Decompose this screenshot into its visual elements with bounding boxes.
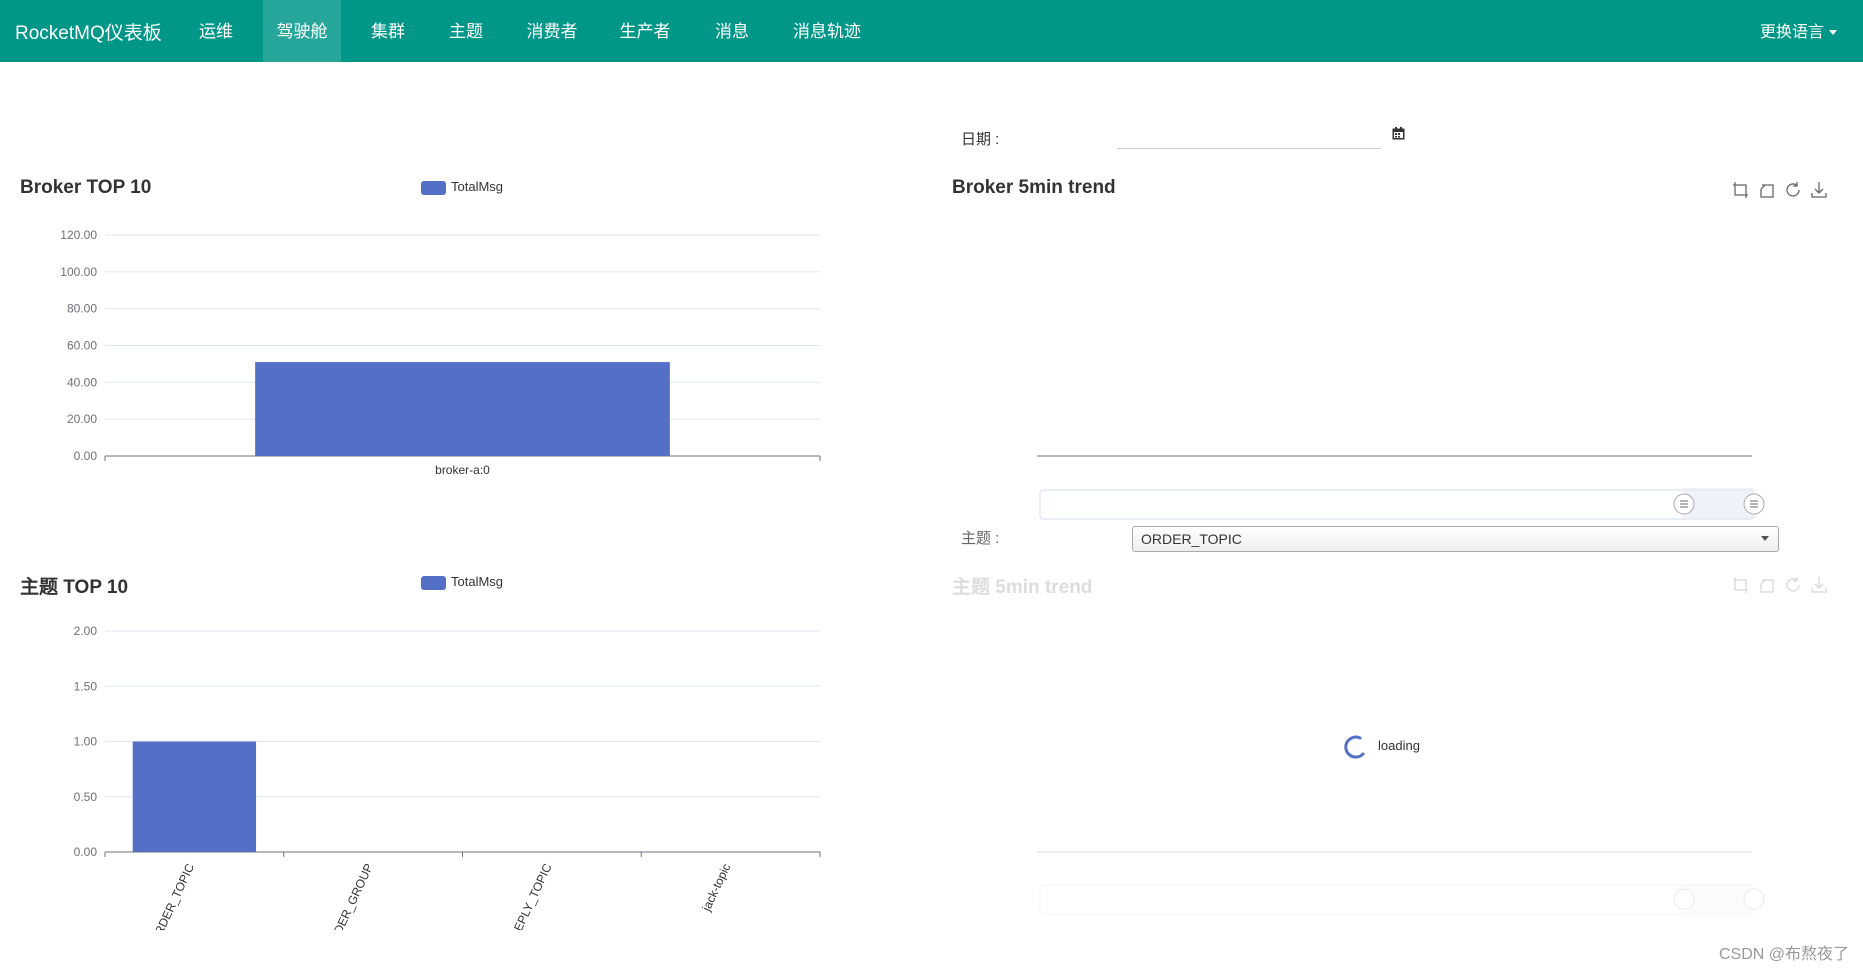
language-switcher[interactable]: 更换语言 xyxy=(1760,18,1837,42)
y-tick-label: 2.00 xyxy=(74,624,98,638)
restore-icon[interactable] xyxy=(1784,181,1802,199)
broker-trend-chart xyxy=(1037,455,1765,520)
nav-item-message-trace[interactable]: 消息轨迹 xyxy=(782,0,872,62)
x-tick-label: ORDER_TOPIC xyxy=(148,861,197,930)
zoom-reset-icon[interactable] xyxy=(1758,576,1776,594)
language-label: 更换语言 xyxy=(1759,24,1824,41)
topic-top10-chart: 0.00 0.50 1.00 1.50 2.00 ORDER_TOPIC ORDER_GRO… xyxy=(74,624,821,930)
y-tick-label: 60.00 xyxy=(67,339,97,353)
bar xyxy=(132,741,257,852)
datazoom-handle-right-icon[interactable] xyxy=(1743,888,1765,910)
y-tick-label: 100.00 xyxy=(60,265,97,279)
broker-top10-legend[interactable]: TotalMsg xyxy=(421,179,503,195)
datazoom-slider[interactable] xyxy=(1039,884,1755,915)
topic-trend-toolbox xyxy=(1732,576,1828,599)
save-image-icon[interactable] xyxy=(1810,576,1828,594)
legend-label: TotalMsg xyxy=(451,574,504,589)
nav-item-ops[interactable]: 运维 xyxy=(186,0,246,62)
datazoom-handle-left-icon[interactable] xyxy=(1673,888,1695,910)
nav-item-dashboard[interactable]: 驾驶舱 xyxy=(263,0,341,62)
datazoom-slider[interactable] xyxy=(1039,489,1755,520)
nav-item-producer[interactable]: 生产者 xyxy=(607,0,683,62)
chevron-down-icon xyxy=(1829,30,1837,36)
topic-select-value: ORDER_TOPIC xyxy=(1141,531,1242,547)
y-tick-label: 80.00 xyxy=(67,302,97,316)
brand-title[interactable]: RocketMQ仪表板 xyxy=(15,18,162,45)
legend-swatch xyxy=(421,575,446,590)
topic-top10-title: 主题 TOP 10 xyxy=(20,577,129,598)
x-tick-label: jack-topic xyxy=(699,861,734,914)
y-tick-label: 40.00 xyxy=(67,375,97,389)
broker-trend-toolbox xyxy=(1732,181,1828,204)
x-tick-label: broker-a:0 xyxy=(435,463,490,477)
loading-text: loading xyxy=(1378,738,1420,753)
date-input[interactable] xyxy=(1117,124,1381,149)
topic-top10-legend[interactable]: TotalMsg xyxy=(421,574,503,590)
zoom-icon[interactable] xyxy=(1732,181,1750,199)
topic-select[interactable]: ORDER_TOPIC xyxy=(1132,526,1779,552)
y-tick-label: 0.00 xyxy=(74,845,98,859)
y-tick-label: 120.00 xyxy=(60,228,97,242)
broker-top10-title: Broker TOP 10 xyxy=(20,177,152,198)
y-tick-label: 1.00 xyxy=(74,735,98,749)
bar xyxy=(255,362,670,456)
nav-item-message[interactable]: 消息 xyxy=(700,0,764,62)
broker-top10-chart: 0.00 20.00 40.00 60.00 80.00 100.00 120.00 brok… xyxy=(60,228,821,477)
topic-label: 主题 : xyxy=(961,530,1000,547)
date-label: 日期 : xyxy=(961,131,1000,148)
nav-item-cluster[interactable]: 集群 xyxy=(358,0,418,62)
calendar-icon[interactable] xyxy=(1392,127,1405,140)
y-tick-label: 20.00 xyxy=(67,412,97,426)
y-tick-label: 0.00 xyxy=(74,449,98,463)
restore-icon[interactable] xyxy=(1784,576,1802,594)
csdn-watermark: CSDN @布熬夜了 xyxy=(1718,946,1849,963)
topic-trend-chart xyxy=(1037,851,1765,915)
y-tick-label: 0.50 xyxy=(74,790,98,804)
save-image-icon[interactable] xyxy=(1810,181,1828,199)
nav-item-consumer[interactable]: 消费者 xyxy=(514,0,590,62)
x-tick-label: REPLY_TOPIC xyxy=(507,861,554,930)
x-tick-label: ORDER_GROUP xyxy=(323,861,375,930)
legend-label: TotalMsg xyxy=(451,179,504,194)
chevron-down-icon xyxy=(1761,536,1769,541)
loading-spinner-icon xyxy=(1344,735,1365,759)
nav-item-topic[interactable]: 主题 xyxy=(436,0,496,62)
y-tick-label: 1.50 xyxy=(74,679,98,693)
topic-trend-title: 主题 5min trend xyxy=(952,577,1093,598)
legend-swatch xyxy=(421,180,446,195)
top-navbar: RocketMQ仪表板 运维 驾驶舱 集群 主题 消费者 生产者 消息 消息轨迹… xyxy=(0,0,1863,62)
zoom-reset-icon[interactable] xyxy=(1758,181,1776,199)
broker-trend-title: Broker 5min trend xyxy=(952,177,1116,198)
zoom-icon[interactable] xyxy=(1732,576,1750,594)
